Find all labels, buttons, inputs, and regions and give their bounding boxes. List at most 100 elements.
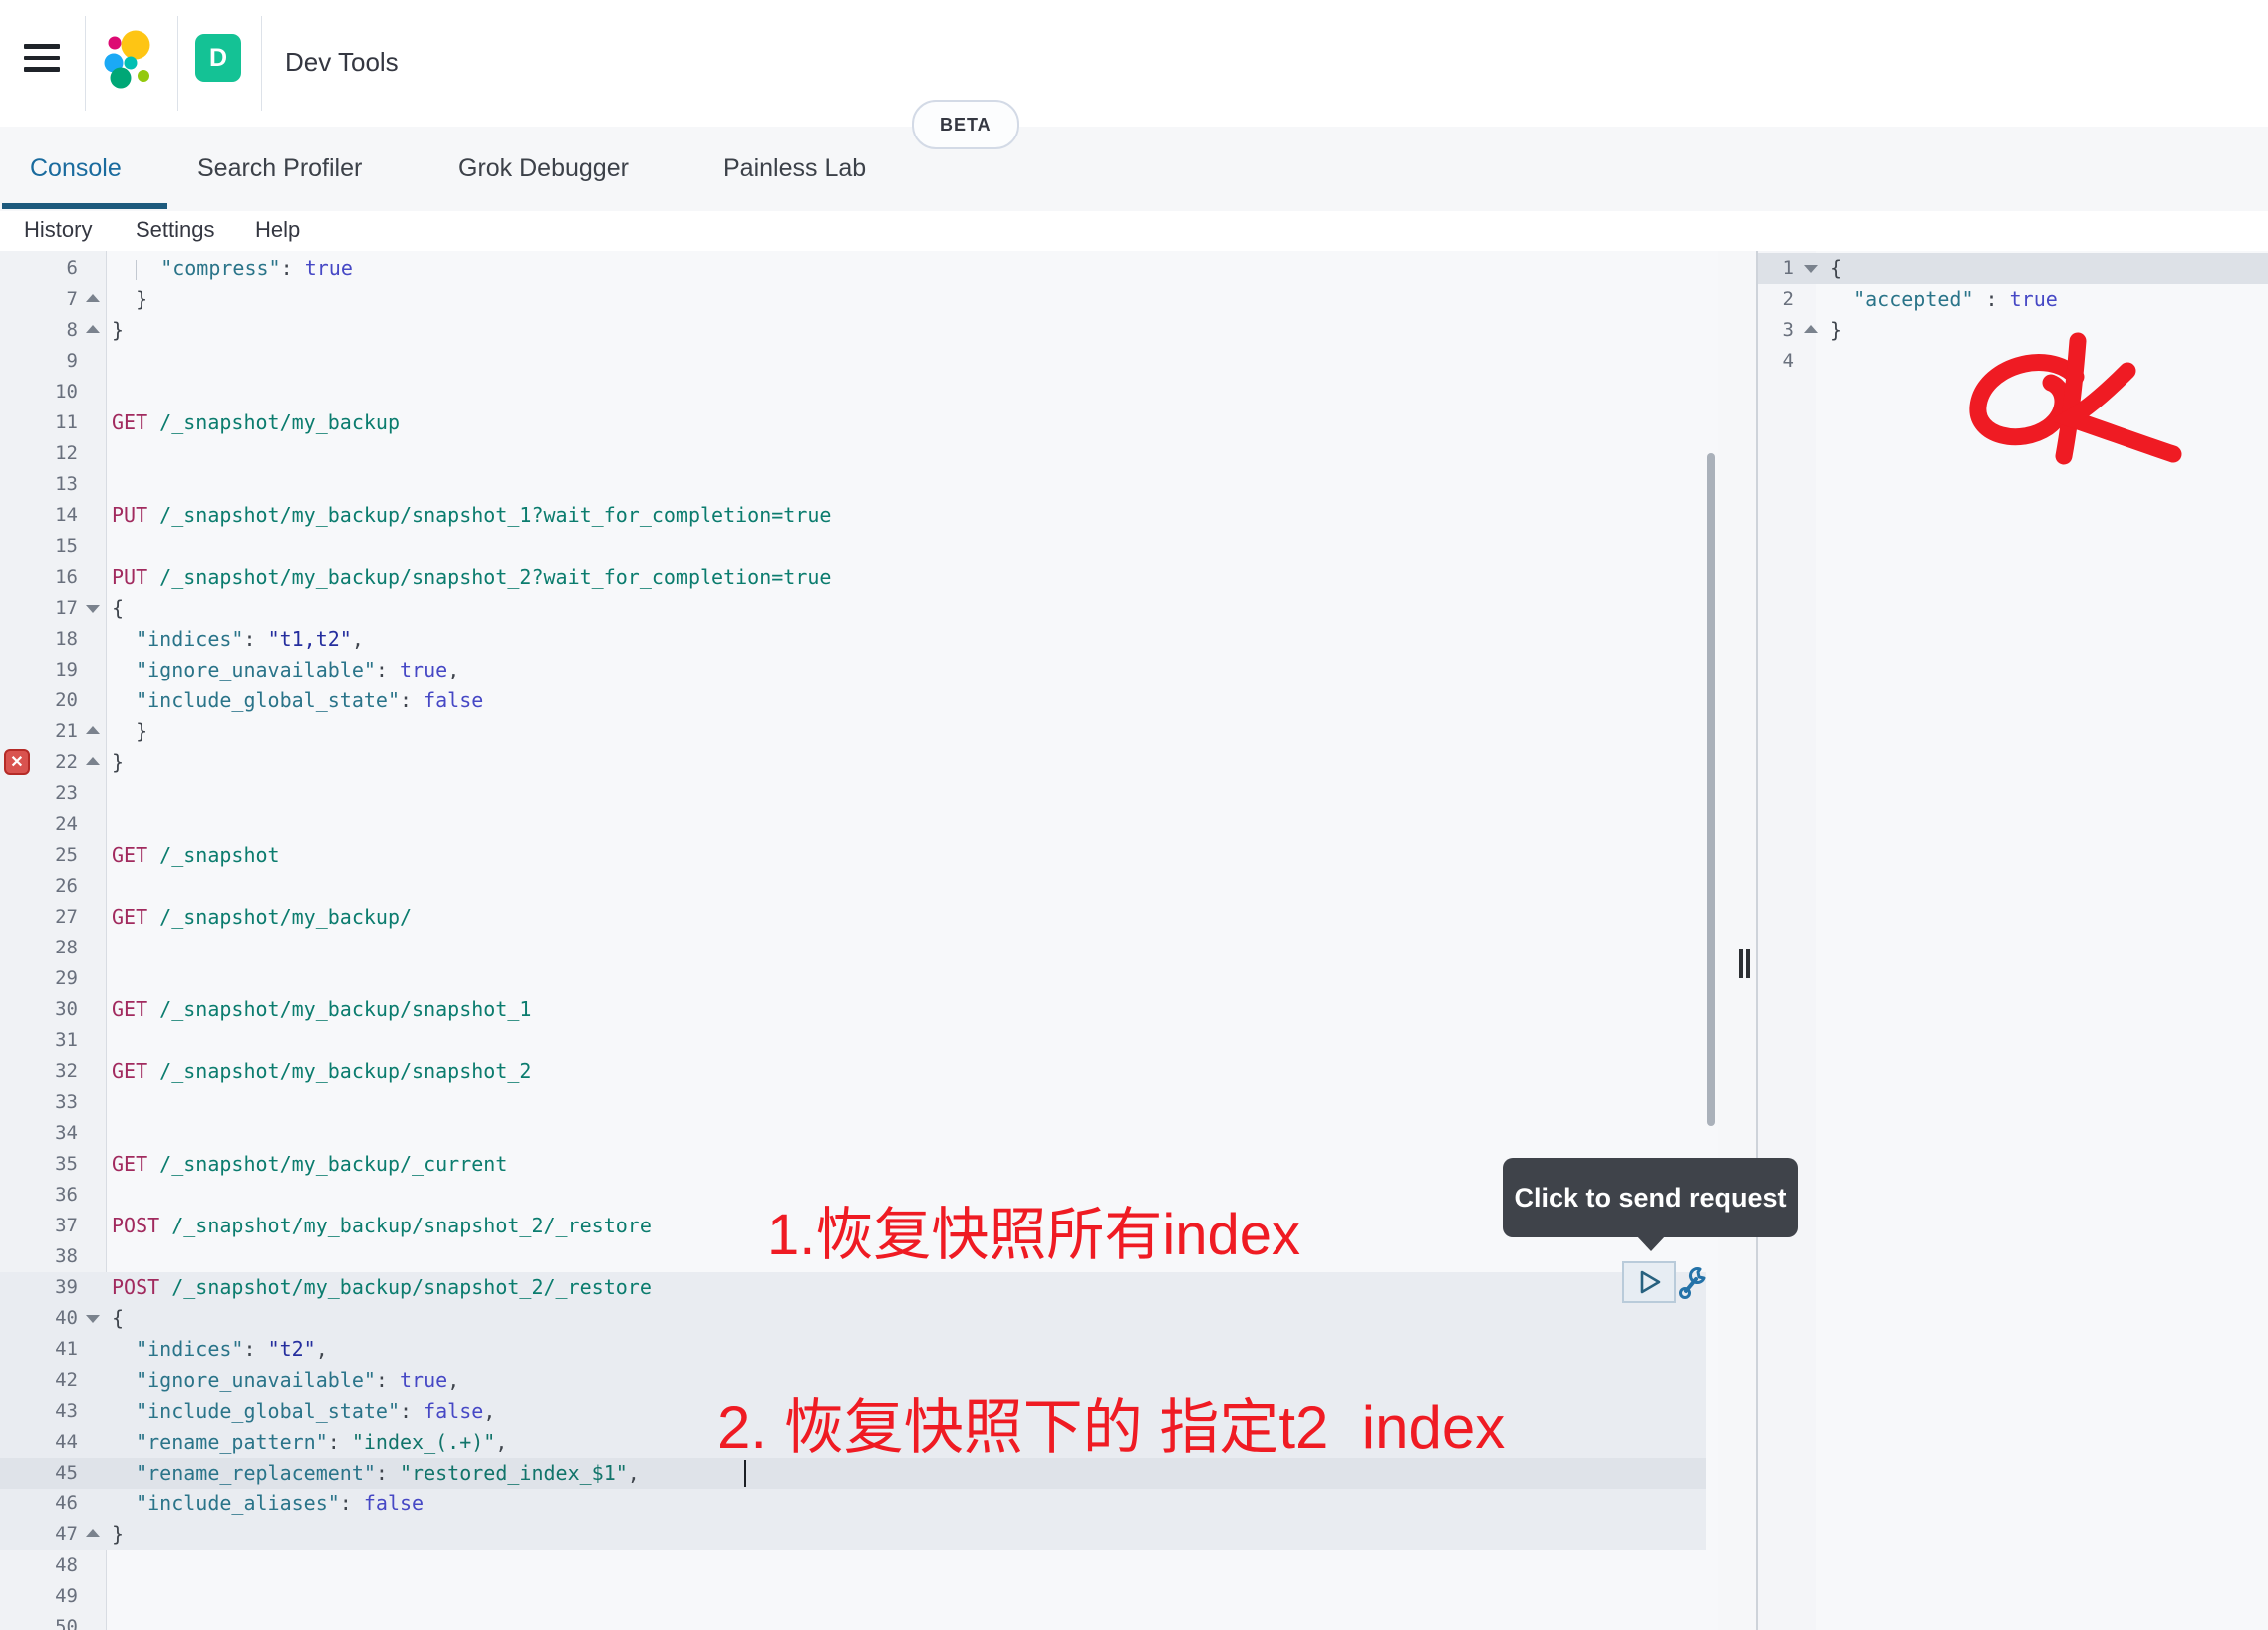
menu-history[interactable]: History — [24, 217, 92, 243]
line-number: 3 — [1758, 315, 1794, 346]
request-code-line[interactable]: 15 — [0, 531, 1718, 562]
request-code-line[interactable]: 6 "compress": true — [0, 253, 1718, 284]
line-number: 2 — [1758, 284, 1794, 315]
request-code-line[interactable]: 21 } — [0, 716, 1718, 747]
menu-help[interactable]: Help — [255, 217, 300, 243]
request-code-line[interactable]: 28 — [0, 933, 1718, 963]
pane-resize-handle[interactable] — [1736, 949, 1752, 978]
menu-hamburger-icon[interactable] — [24, 44, 60, 74]
kibana-dev-tools-screen: D Dev Tools Console Search Profiler Grok… — [0, 0, 2268, 1630]
code-text: { — [1830, 253, 1842, 284]
request-code-line[interactable]: 12 — [0, 438, 1718, 469]
line-number: 40 — [0, 1303, 78, 1334]
request-code-line[interactable]: 33 — [0, 1087, 1718, 1118]
line-number: 14 — [0, 500, 78, 531]
tooltip-caret — [1636, 1235, 1666, 1251]
request-code-line[interactable]: 17{ — [0, 593, 1718, 624]
line-number: 42 — [0, 1365, 78, 1396]
request-code-line[interactable]: 26 — [0, 871, 1718, 902]
console-menubar: History Settings Help — [0, 211, 2268, 252]
line-number: 34 — [0, 1118, 78, 1149]
request-code-line[interactable]: 16PUT /_snapshot/my_backup/snapshot_2?wa… — [0, 562, 1718, 593]
request-code-line[interactable]: 39POST /_snapshot/my_backup/snapshot_2/_… — [0, 1272, 1718, 1303]
request-code-line[interactable]: 19 "ignore_unavailable": true, — [0, 655, 1718, 685]
fold-up-icon[interactable] — [86, 757, 100, 765]
fold-down-icon[interactable] — [1804, 265, 1818, 273]
fold-up-icon[interactable] — [86, 325, 100, 333]
code-text: GET /_snapshot — [112, 840, 280, 871]
request-code-line[interactable]: 18 "indices": "t1,t2", — [0, 624, 1718, 655]
fold-up-icon[interactable] — [86, 294, 100, 302]
request-code-line[interactable]: 22✕} — [0, 747, 1718, 778]
line-number: 29 — [0, 963, 78, 994]
tab-painless-lab[interactable]: Painless Lab — [723, 127, 866, 211]
fold-up-icon[interactable] — [86, 1529, 100, 1537]
request-code-line[interactable]: 48 — [0, 1550, 1718, 1581]
code-text: "include_global_state": false — [112, 685, 483, 716]
tab-search-profiler[interactable]: Search Profiler — [197, 127, 362, 211]
request-code-line[interactable]: 20 "include_global_state": false — [0, 685, 1718, 716]
send-request-button[interactable] — [1622, 1261, 1676, 1303]
line-number: 9 — [0, 346, 78, 377]
line-number: 28 — [0, 933, 78, 963]
line-number: 50 — [0, 1612, 78, 1630]
request-code-line[interactable]: 13 — [0, 469, 1718, 500]
request-code-line[interactable]: 40{ — [0, 1303, 1718, 1334]
request-code-line[interactable]: 31 — [0, 1025, 1718, 1056]
request-code-line[interactable]: 47} — [0, 1519, 1718, 1550]
request-code-line[interactable]: 9 — [0, 346, 1718, 377]
request-code-line[interactable]: 25GET /_snapshot — [0, 840, 1718, 871]
active-tab-underline — [2, 203, 167, 209]
line-number: 45 — [0, 1458, 78, 1489]
line-number: 31 — [0, 1025, 78, 1056]
request-code-line[interactable]: 10 — [0, 377, 1718, 408]
menu-settings[interactable]: Settings — [136, 217, 215, 243]
request-code-line[interactable]: 24 — [0, 809, 1718, 840]
request-code-line[interactable]: 35GET /_snapshot/my_backup/_current — [0, 1149, 1718, 1180]
line-number: 24 — [0, 809, 78, 840]
line-number: 48 — [0, 1550, 78, 1581]
fold-down-icon[interactable] — [86, 1315, 100, 1323]
request-code-line[interactable]: 34 — [0, 1118, 1718, 1149]
request-code-line[interactable]: 27GET /_snapshot/my_backup/ — [0, 902, 1718, 933]
request-code-line[interactable]: 41 "indices": "t2", — [0, 1334, 1718, 1365]
fold-up-icon[interactable] — [86, 726, 100, 734]
fold-down-icon[interactable] — [86, 605, 100, 613]
code-text: "accepted" : true — [1830, 284, 2058, 315]
line-number: 33 — [0, 1087, 78, 1118]
request-code-line[interactable]: 11GET /_snapshot/my_backup — [0, 408, 1718, 438]
request-code-line[interactable]: 14 PUT /_snapshot/my_backup/snapshot_1?wa… — [0, 500, 1718, 531]
request-code-line[interactable]: 8} — [0, 315, 1718, 346]
tab-console[interactable]: Console — [30, 127, 122, 211]
tab-grok-debugger[interactable]: Grok Debugger — [458, 127, 629, 211]
code-text: } — [112, 1519, 124, 1550]
request-code-line[interactable]: 29 — [0, 963, 1718, 994]
request-code-line[interactable]: 46 "include_aliases": false — [0, 1489, 1718, 1519]
request-code-line[interactable]: 49 — [0, 1581, 1718, 1612]
request-code-line[interactable]: 23 — [0, 778, 1718, 809]
space-badge[interactable]: D — [195, 34, 241, 82]
editor-scrollbar-thumb[interactable] — [1707, 453, 1715, 1126]
line-number: 38 — [0, 1241, 78, 1272]
fold-up-icon[interactable] — [1804, 325, 1818, 333]
line-number: 11 — [0, 408, 78, 438]
code-text: GET /_snapshot/my_backup/ — [112, 902, 412, 933]
request-code-line[interactable]: 32GET /_snapshot/my_backup/snapshot_2 — [0, 1056, 1718, 1087]
code-text: GET /_snapshot/my_backup/snapshot_1 — [112, 994, 531, 1025]
play-icon — [1634, 1267, 1664, 1297]
line-number: 41 — [0, 1334, 78, 1365]
line-number: 43 — [0, 1396, 78, 1427]
selected-request-highlight — [0, 1519, 1706, 1550]
request-code-line[interactable]: 30GET /_snapshot/my_backup/snapshot_1 — [0, 994, 1718, 1025]
code-text: PUT /_snapshot/my_backup/snapshot_1?wait… — [112, 500, 831, 531]
line-number: 37 — [0, 1211, 78, 1241]
line-number: 49 — [0, 1581, 78, 1612]
request-code-line[interactable]: 50 — [0, 1612, 1718, 1630]
code-text: "rename_replacement": "restored_index_$1… — [112, 1458, 640, 1489]
request-code-line[interactable]: 7 } — [0, 284, 1718, 315]
code-text: "include_global_state": false, — [112, 1396, 495, 1427]
request-options-button[interactable] — [1676, 1265, 1708, 1301]
line-number: 36 — [0, 1180, 78, 1211]
elastic-logo[interactable] — [104, 30, 155, 90]
code-text: } — [1830, 315, 1842, 346]
